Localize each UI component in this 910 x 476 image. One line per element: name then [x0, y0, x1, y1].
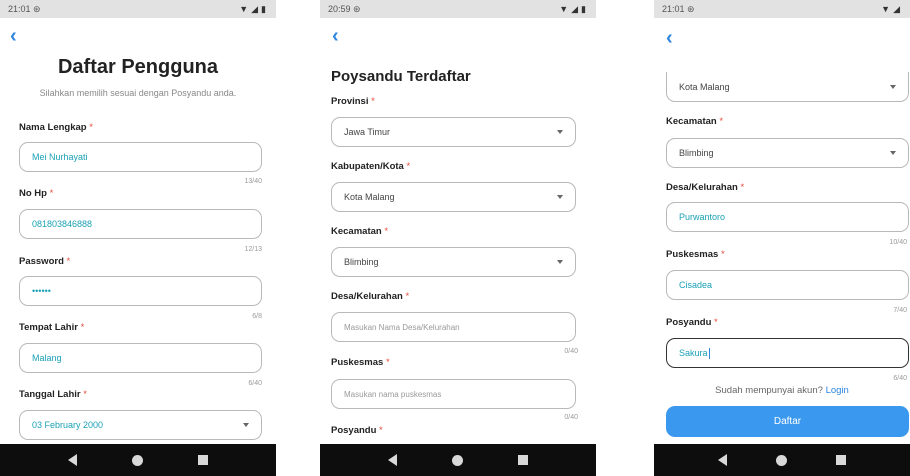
puskesmas-counter: 0/40 [564, 414, 578, 421]
signal-icon: ◢ [893, 3, 900, 14]
provinsi-select[interactable]: Jawa Timur [331, 117, 576, 147]
notification-icon: ⊛ [687, 3, 695, 14]
desa-kelurahan-counter: 0/40 [564, 348, 578, 355]
kecamatan-select[interactable]: Blimbing [331, 247, 576, 277]
nama-lengkap-label: Nama Lengkap * [19, 122, 93, 133]
login-link[interactable]: Login [826, 385, 849, 396]
daftar-button[interactable]: Daftar [666, 406, 909, 437]
desa-kelurahan-label: Desa/Kelurahan * [666, 182, 745, 193]
caret-down-icon [243, 423, 249, 427]
page-subtitle: Silahkan memilih sesuai dengan Posyandu … [39, 88, 237, 98]
status-bar: 21:01 ⊛ ▼ ◢ ▮ [0, 0, 276, 18]
nama-lengkap-counter: 13/40 [244, 178, 262, 185]
phone-register-scrolled: 21:01 ⊛ ▼ ◢ ‹ Kota Malang Kecamatan * Bli… [654, 0, 910, 476]
status-time: 21:01 [8, 3, 31, 14]
password-counter: 6/8 [252, 313, 262, 320]
posyandu-counter: 6/40 [893, 375, 907, 382]
nav-home-icon[interactable] [775, 454, 787, 466]
caret-down-icon [557, 260, 563, 264]
tanggal-lahir-select[interactable]: 03 February 2000 [19, 410, 262, 440]
kecamatan-select[interactable]: Blimbing [666, 138, 909, 168]
chevron-left-icon: ‹ [10, 25, 17, 47]
tanggal-lahir-label: Tanggal Lahir * [19, 389, 87, 400]
puskesmas-label: Puskesmas * [331, 357, 390, 368]
battery-icon: ▮ [261, 3, 266, 14]
status-time: 20:59 [328, 3, 351, 14]
back-button[interactable]: ‹ [666, 28, 673, 48]
battery-icon: ▮ [581, 3, 586, 14]
posyandu-label: Posyandu * [331, 425, 383, 436]
no-hp-label: No Hp * [19, 188, 54, 199]
desa-kelurahan-input[interactable]: Purwantoro [666, 202, 909, 232]
back-button[interactable]: ‹ [332, 26, 339, 46]
nama-lengkap-input[interactable]: Mei Nurhayati [19, 142, 262, 172]
nav-home-icon[interactable] [451, 454, 463, 466]
signal-icon: ◢ [571, 3, 579, 14]
caret-down-icon [890, 151, 896, 155]
wifi-icon: ▼ [239, 4, 249, 14]
password-label: Password * [19, 256, 71, 267]
kabupaten-kota-select[interactable]: Kota Malang [666, 72, 909, 102]
status-time: 21:01 [662, 3, 685, 14]
chevron-left-icon: ‹ [332, 25, 339, 47]
tempat-lahir-input[interactable]: Malang [19, 343, 262, 373]
page-title: Daftar Pengguna [57, 56, 219, 78]
kecamatan-label: Kecamatan * [666, 116, 724, 127]
kabupaten-kota-select[interactable]: Kota Malang [331, 182, 576, 212]
status-bar: 21:01 ⊛ ▼ ◢ [654, 0, 910, 18]
tempat-lahir-counter: 6/40 [248, 380, 262, 387]
nav-back-icon[interactable] [67, 454, 77, 466]
tempat-lahir-label: Tempat Lahir * [19, 322, 85, 333]
desa-kelurahan-input[interactable]: Masukan Nama Desa/Kelurahan [331, 312, 576, 342]
back-button[interactable]: ‹ [10, 26, 17, 46]
system-nav-bar [654, 444, 910, 476]
password-input[interactable]: •••••• [19, 276, 262, 306]
posyandu-label: Posyandu * [666, 317, 718, 328]
puskesmas-input[interactable]: Masukan nama puskesmas [331, 379, 576, 409]
nav-back-icon[interactable] [718, 454, 728, 466]
posyandu-input[interactable]: Sakura [666, 338, 909, 368]
nav-recents-icon[interactable] [835, 455, 846, 465]
puskesmas-label: Puskesmas * [666, 249, 725, 260]
phone-posyandu-registered: 20:59 ⊛ ▼ ◢ ▮ ‹ Poysandu Terdaftar Provins… [320, 0, 596, 476]
provinsi-label: Provinsi * [331, 96, 375, 107]
text-cursor [708, 347, 710, 359]
puskesmas-counter: 7/40 [893, 307, 907, 314]
desa-kelurahan-counter: 10/40 [889, 239, 907, 246]
chevron-left-icon: ‹ [666, 27, 673, 49]
signal-icon: ◢ [251, 3, 259, 14]
no-hp-input[interactable]: 081803846888 [19, 209, 262, 239]
wifi-icon: ▼ [881, 4, 891, 14]
nav-recents-icon[interactable] [198, 455, 209, 465]
kecamatan-label: Kecamatan * [331, 226, 389, 237]
kabupaten-kota-label: Kabupaten/Kota * [331, 161, 411, 172]
page-title: Poysandu Terdaftar [331, 68, 471, 85]
puskesmas-input[interactable]: Cisadea [666, 270, 909, 300]
caret-down-icon [557, 195, 563, 199]
notification-icon: ⊛ [33, 3, 41, 14]
login-prompt-row: Sudah mempunyai akun? Login [654, 385, 910, 396]
daftar-button-label: Daftar [773, 416, 802, 427]
wifi-icon: ▼ [559, 4, 569, 14]
caret-down-icon [557, 130, 563, 134]
system-nav-bar [0, 444, 276, 476]
nav-home-icon[interactable] [131, 454, 143, 466]
nav-recents-icon[interactable] [518, 455, 529, 465]
caret-down-icon [890, 84, 896, 89]
no-hp-counter: 12/13 [244, 246, 262, 253]
desa-kelurahan-label: Desa/Kelurahan * [331, 291, 410, 302]
login-prompt-text: Sudah mempunyai akun? [715, 385, 823, 396]
notification-icon: ⊛ [353, 3, 361, 14]
system-nav-bar [320, 444, 596, 476]
status-bar: 20:59 ⊛ ▼ ◢ ▮ [320, 0, 596, 18]
nav-back-icon[interactable] [387, 454, 397, 466]
phone-register-user: 21:01 ⊛ ▼ ◢ ▮ ‹ Daftar Pengguna Silahkan m… [0, 0, 276, 476]
